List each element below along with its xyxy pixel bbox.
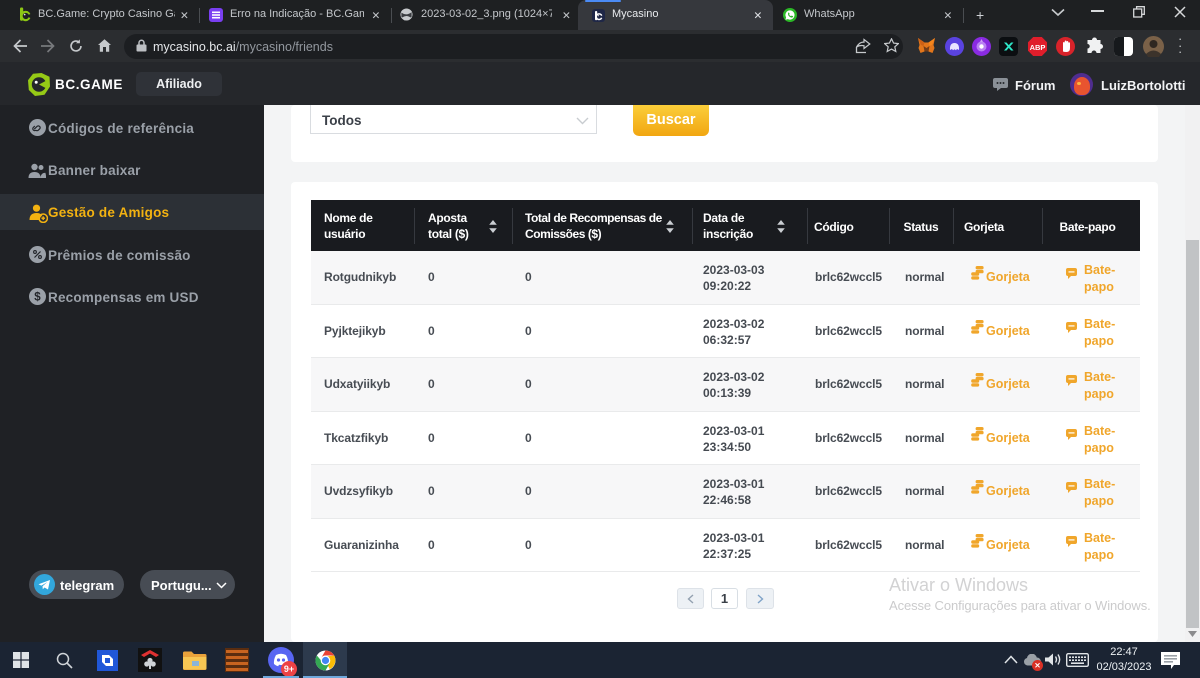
svg-text:ABP: ABP bbox=[1030, 43, 1046, 52]
svg-text:$: $ bbox=[34, 292, 41, 304]
